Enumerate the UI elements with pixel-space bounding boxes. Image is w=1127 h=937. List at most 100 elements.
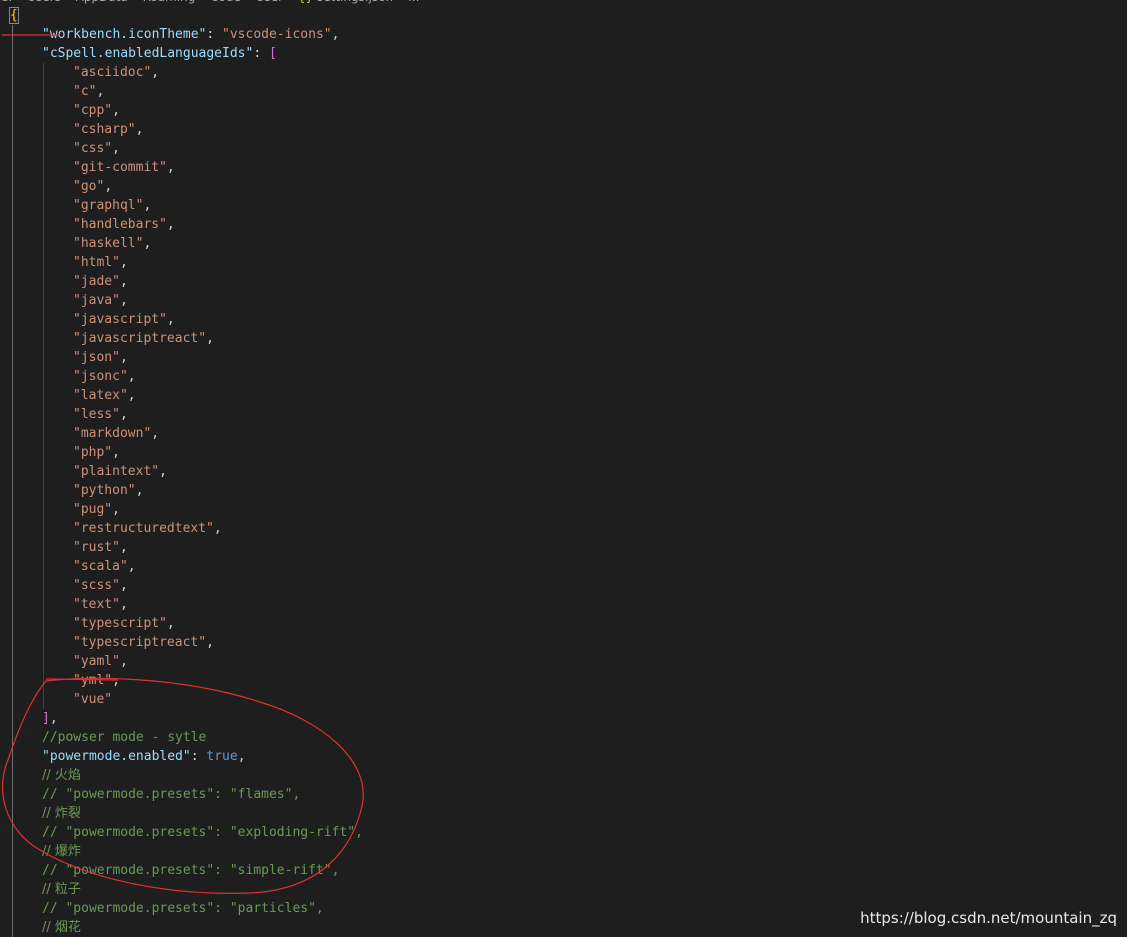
language-id: "typescript" bbox=[73, 616, 167, 631]
language-line[interactable]: "latex", bbox=[73, 386, 136, 405]
language-line[interactable]: "asciidoc", bbox=[73, 63, 159, 82]
breadcrumb-separator: › bbox=[61, 0, 76, 4]
language-line[interactable]: "jsonc", bbox=[73, 367, 136, 386]
language-line[interactable]: "scss", bbox=[73, 576, 128, 595]
language-line[interactable]: "c", bbox=[73, 82, 104, 101]
breadcrumb-item[interactable]: User bbox=[256, 0, 283, 4]
language-id: "go" bbox=[73, 179, 105, 194]
language-line[interactable]: "java", bbox=[73, 291, 128, 310]
comment: // 烟花 bbox=[42, 920, 81, 935]
open-brace: { bbox=[9, 7, 19, 24]
language-line[interactable]: "markdown", bbox=[73, 424, 159, 443]
language-id: "scss" bbox=[73, 578, 120, 593]
setting-key: "cSpell.enabledLanguageIds" bbox=[42, 46, 254, 61]
language-id: "typescriptreact" bbox=[73, 635, 207, 650]
language-line[interactable]: "vue" bbox=[73, 690, 112, 709]
breadcrumb-separator: › bbox=[12, 0, 27, 4]
language-id: "cpp" bbox=[73, 103, 113, 118]
code-line-2[interactable]: "workbench.iconTheme": "vscode-icons", bbox=[42, 25, 339, 44]
breadcrumb-item[interactable]: C: bbox=[0, 0, 12, 4]
breadcrumb-separator: › bbox=[241, 0, 256, 4]
language-line[interactable]: "css", bbox=[73, 139, 120, 158]
language-line[interactable]: "javascript", bbox=[73, 310, 175, 329]
language-id: "css" bbox=[73, 141, 113, 156]
comment: // "powermode.presets": "simple-rift", bbox=[42, 863, 340, 878]
comment-line[interactable]: // 烟花 bbox=[42, 918, 81, 937]
language-id: "markdown" bbox=[73, 426, 152, 441]
breadcrumb-item[interactable]: Code bbox=[210, 0, 241, 4]
code-line-powermode[interactable]: "powermode.enabled": true, bbox=[42, 747, 246, 766]
comment-line[interactable]: // "powermode.presets": "flames", bbox=[42, 785, 300, 804]
setting-value: "vscode-icons" bbox=[222, 27, 332, 42]
language-id: "php" bbox=[73, 445, 113, 460]
language-line[interactable]: "cpp", bbox=[73, 101, 120, 120]
language-id: "git-commit" bbox=[73, 160, 167, 175]
language-id: "yml" bbox=[73, 673, 113, 688]
indent-guide-array bbox=[43, 63, 44, 709]
code-line-close-array[interactable]: ], bbox=[42, 709, 58, 728]
indent-guide-root bbox=[12, 25, 13, 937]
language-id: "c" bbox=[73, 84, 97, 99]
language-line[interactable]: "rust", bbox=[73, 538, 128, 557]
language-id: "yaml" bbox=[73, 654, 120, 669]
breadcrumb: C:›Users›AppData›Roaming›Code›User›{} se… bbox=[0, 0, 419, 4]
language-line[interactable]: "haskell", bbox=[73, 234, 151, 253]
code-line-1[interactable]: { bbox=[9, 6, 19, 25]
code-line-3[interactable]: "cSpell.enabledLanguageIds": [ bbox=[42, 44, 277, 63]
language-line[interactable]: "javascriptreact", bbox=[73, 329, 214, 348]
language-id: "csharp" bbox=[73, 122, 136, 137]
setting-key: "workbench.iconTheme" bbox=[42, 27, 207, 42]
language-id: "text" bbox=[73, 597, 120, 612]
language-line[interactable]: "jade", bbox=[73, 272, 128, 291]
language-id: "json" bbox=[73, 350, 120, 365]
language-line[interactable]: "yml", bbox=[73, 671, 120, 690]
language-line[interactable]: "git-commit", bbox=[73, 158, 175, 177]
language-line[interactable]: "plaintext", bbox=[73, 462, 167, 481]
open-bracket: [ bbox=[268, 46, 277, 61]
breadcrumb-item[interactable]: settings.json bbox=[317, 0, 393, 4]
comment-line[interactable]: // "powermode.presets": "particles", bbox=[42, 899, 324, 918]
language-line[interactable]: "typescript", bbox=[73, 614, 175, 633]
comment-line[interactable]: // "powermode.presets": "simple-rift", bbox=[42, 861, 339, 880]
comment-line[interactable]: // 粒子 bbox=[42, 880, 81, 899]
language-line[interactable]: "pug", bbox=[73, 500, 120, 519]
language-line[interactable]: "typescriptreact", bbox=[73, 633, 214, 652]
language-line[interactable]: "php", bbox=[73, 443, 120, 462]
language-line[interactable]: "python", bbox=[73, 481, 143, 500]
language-id: "graphql" bbox=[73, 198, 144, 213]
breadcrumb-item[interactable]: AppData bbox=[76, 0, 128, 4]
language-line[interactable]: "scala", bbox=[73, 557, 136, 576]
language-line[interactable]: "json", bbox=[73, 348, 128, 367]
language-id: "jsonc" bbox=[73, 369, 128, 384]
code-editor[interactable]: { "workbench.iconTheme": "vscode-icons",… bbox=[0, 6, 1127, 937]
language-id: "plaintext" bbox=[73, 464, 160, 479]
language-id: "latex" bbox=[73, 388, 128, 403]
language-line[interactable]: "graphql", bbox=[73, 196, 151, 215]
breadcrumb-separator: › bbox=[393, 0, 408, 4]
code-line-comment[interactable]: //powser mode - sytle bbox=[42, 728, 206, 747]
language-id: "python" bbox=[73, 483, 136, 498]
comment-line[interactable]: // 火焰 bbox=[42, 766, 81, 785]
breadcrumb-item[interactable]: Roaming bbox=[143, 0, 196, 4]
language-id: "javascript" bbox=[73, 312, 167, 327]
language-line[interactable]: "restructuredtext", bbox=[73, 519, 222, 538]
breadcrumb-item[interactable]: ... bbox=[408, 0, 419, 4]
watermark: https://blog.csdn.net/mountain_zq bbox=[860, 909, 1117, 927]
comment: // 粒子 bbox=[42, 882, 81, 897]
language-line[interactable]: "csharp", bbox=[73, 120, 143, 139]
language-line[interactable]: "less", bbox=[73, 405, 128, 424]
language-line[interactable]: "handlebars", bbox=[73, 215, 175, 234]
language-id: "scala" bbox=[73, 559, 128, 574]
language-line[interactable]: "text", bbox=[73, 595, 128, 614]
comment-line[interactable]: // 炸裂 bbox=[42, 804, 81, 823]
language-line[interactable]: "yaml", bbox=[73, 652, 128, 671]
comment-line[interactable]: // "powermode.presets": "exploding-rift"… bbox=[42, 823, 363, 842]
setting-value: true bbox=[206, 749, 238, 764]
comment-line[interactable]: // 爆炸 bbox=[42, 842, 81, 861]
comment: // 炸裂 bbox=[42, 806, 81, 821]
language-line[interactable]: "html", bbox=[73, 253, 128, 272]
language-line[interactable]: "go", bbox=[73, 177, 112, 196]
breadcrumb-item[interactable]: Users bbox=[27, 0, 61, 4]
language-id: "jade" bbox=[73, 274, 120, 289]
setting-key: "powermode.enabled" bbox=[42, 749, 191, 764]
